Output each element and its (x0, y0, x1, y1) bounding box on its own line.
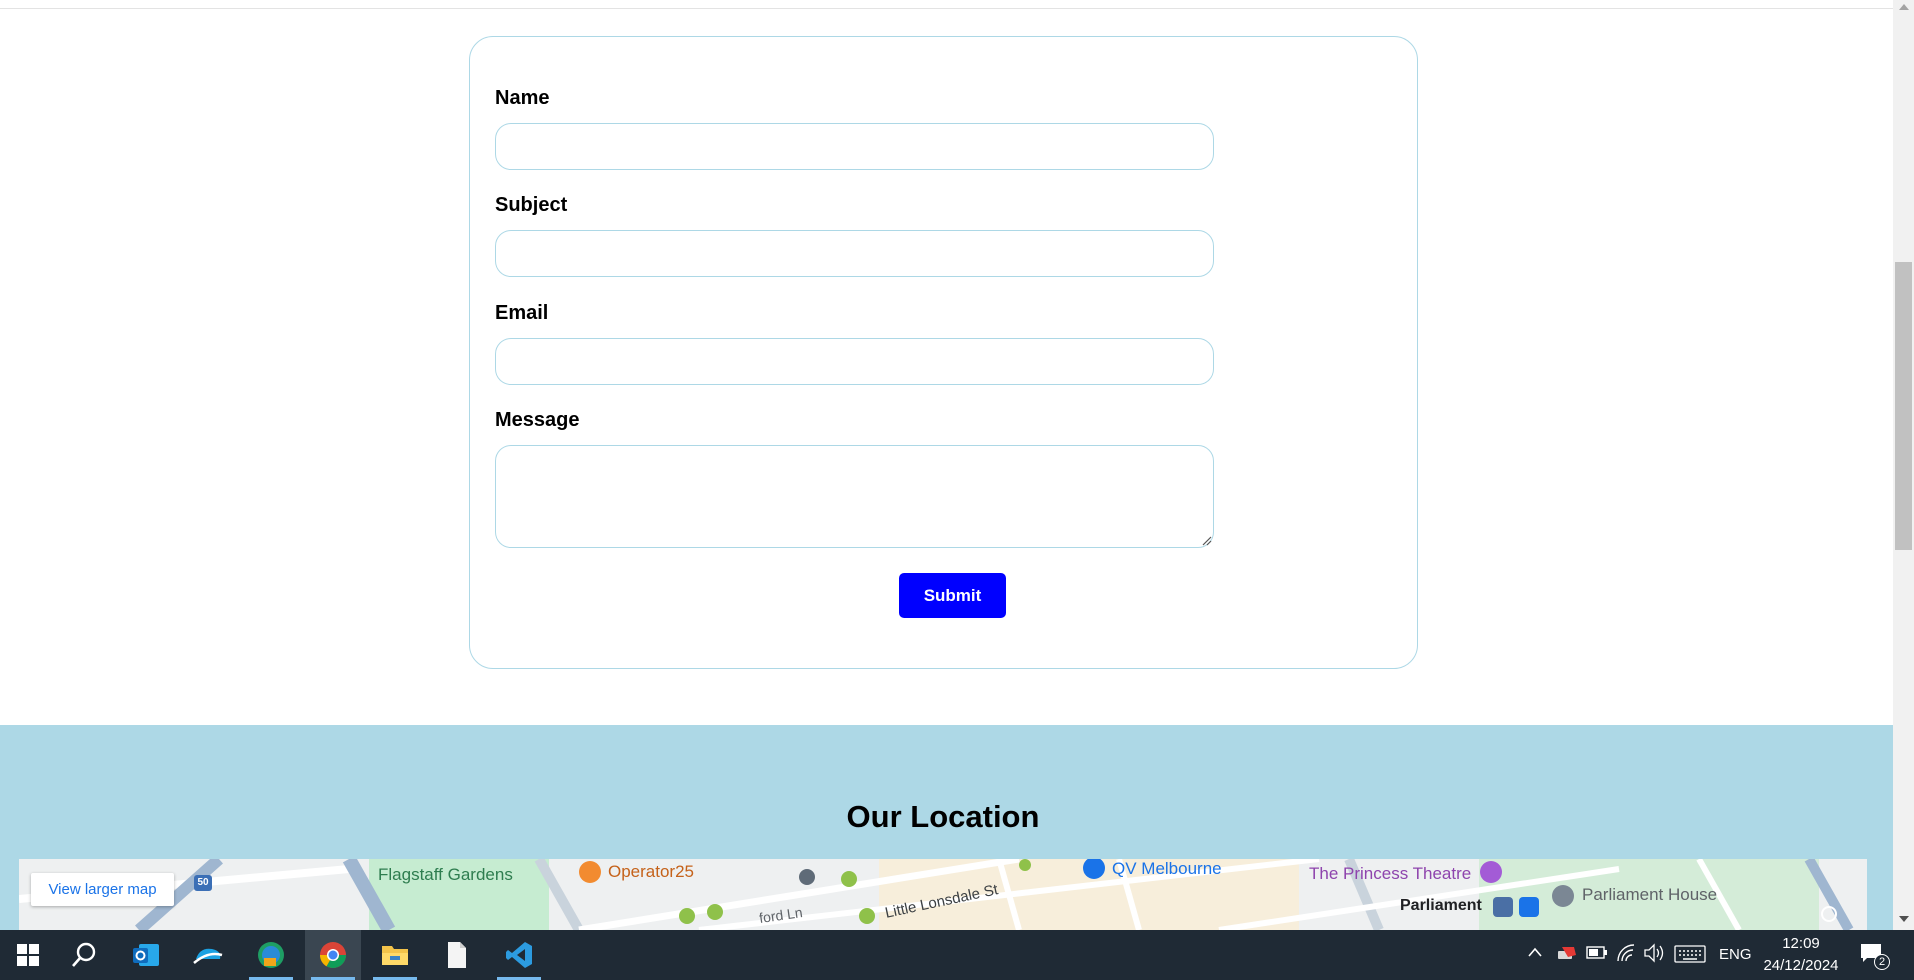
chevron-up-icon[interactable] (1528, 947, 1542, 957)
battery-icon[interactable] (1586, 946, 1608, 960)
embedded-map[interactable]: View larger map 50 Flagstaff Gardens Ope… (19, 859, 1867, 930)
taskbar-notepad[interactable] (429, 930, 485, 980)
divider (0, 8, 1893, 9)
map-label-princess: The Princess Theatre (1309, 864, 1472, 883)
name-label: Name (495, 87, 550, 109)
wifi-icon[interactable] (1615, 943, 1637, 963)
cloud-app-icon (193, 948, 223, 964)
location-heading: Our Location (846, 799, 1040, 834)
lock-icon (799, 869, 815, 885)
taskbar-chrome[interactable] (305, 930, 361, 980)
document-icon (448, 942, 466, 968)
email-label: Email (495, 302, 549, 324)
parking-icon-2 (679, 908, 695, 924)
clock-time[interactable]: 12:09 (1766, 935, 1836, 952)
taskbar-edge[interactable] (243, 930, 299, 980)
parking-icon-4 (859, 908, 875, 924)
theatre-icon (1480, 861, 1502, 883)
scroll-down-icon[interactable] (1899, 916, 1909, 922)
email-input[interactable] (495, 338, 1214, 385)
notification-count-badge: 2 (1874, 954, 1890, 970)
map-label-qv: QV Melbourne (1112, 859, 1222, 878)
map-label-flagstaff: Flagstaff Gardens (378, 865, 513, 884)
map-label-operator25: Operator25 (608, 862, 694, 881)
scroll-thumb[interactable] (1895, 262, 1912, 550)
view-larger-map-link[interactable]: View larger map (31, 873, 174, 906)
message-label: Message (495, 409, 580, 431)
search-icon (72, 942, 96, 967)
submit-button[interactable]: Submit (899, 573, 1006, 618)
map-label-parliament-house: Parliament House (1582, 885, 1718, 904)
restaurant-icon (579, 861, 601, 883)
windows-logo-icon (17, 944, 39, 966)
parking-icon-3 (707, 904, 723, 920)
tram-stop-icon (1519, 897, 1539, 917)
search-button[interactable] (56, 930, 112, 980)
language-indicator[interactable]: ENG (1719, 946, 1752, 963)
parking-icon (841, 871, 857, 887)
clock-date[interactable]: 24/12/2024 (1756, 957, 1846, 974)
volume-icon[interactable] (1643, 943, 1665, 963)
message-textarea[interactable] (495, 445, 1214, 548)
edge-icon (258, 942, 284, 968)
route-shield-icon: 50 (194, 875, 212, 891)
browser-viewport: Name Subject Email Message Submit Our Lo… (0, 0, 1893, 930)
subject-input[interactable] (495, 230, 1214, 277)
contact-form: Name Subject Email Message Submit (469, 36, 1418, 669)
location-section: Our Location View larger map 50 Flagstaf… (0, 725, 1893, 930)
update-tray-icon[interactable] (1556, 943, 1578, 963)
outlook-icon (133, 944, 159, 966)
taskbar-outlook[interactable] (118, 930, 174, 980)
taskbar-file-explorer[interactable] (367, 930, 423, 980)
vertical-scrollbar[interactable] (1893, 0, 1914, 930)
vscode-icon (506, 942, 532, 968)
subject-label: Subject (495, 194, 568, 216)
map-label-parliament: Parliament (1400, 897, 1482, 914)
parking-icon-5 (1019, 859, 1031, 871)
name-input[interactable] (495, 123, 1214, 170)
taskbar-vscode[interactable] (491, 930, 547, 980)
folder-icon (382, 946, 408, 965)
start-button[interactable] (0, 930, 56, 980)
taskbar: ENG 12:09 24/12/2024 2 (0, 930, 1914, 980)
resize-grip-icon[interactable] (1201, 535, 1212, 546)
landmark-icon (1552, 885, 1574, 907)
chrome-icon (319, 942, 347, 969)
train-station-icon (1493, 897, 1513, 917)
keyboard-icon[interactable] (1674, 945, 1706, 963)
route-number: 50 (197, 877, 209, 888)
scroll-up-icon[interactable] (1899, 4, 1909, 10)
taskbar-app-cloud[interactable] (180, 930, 236, 980)
